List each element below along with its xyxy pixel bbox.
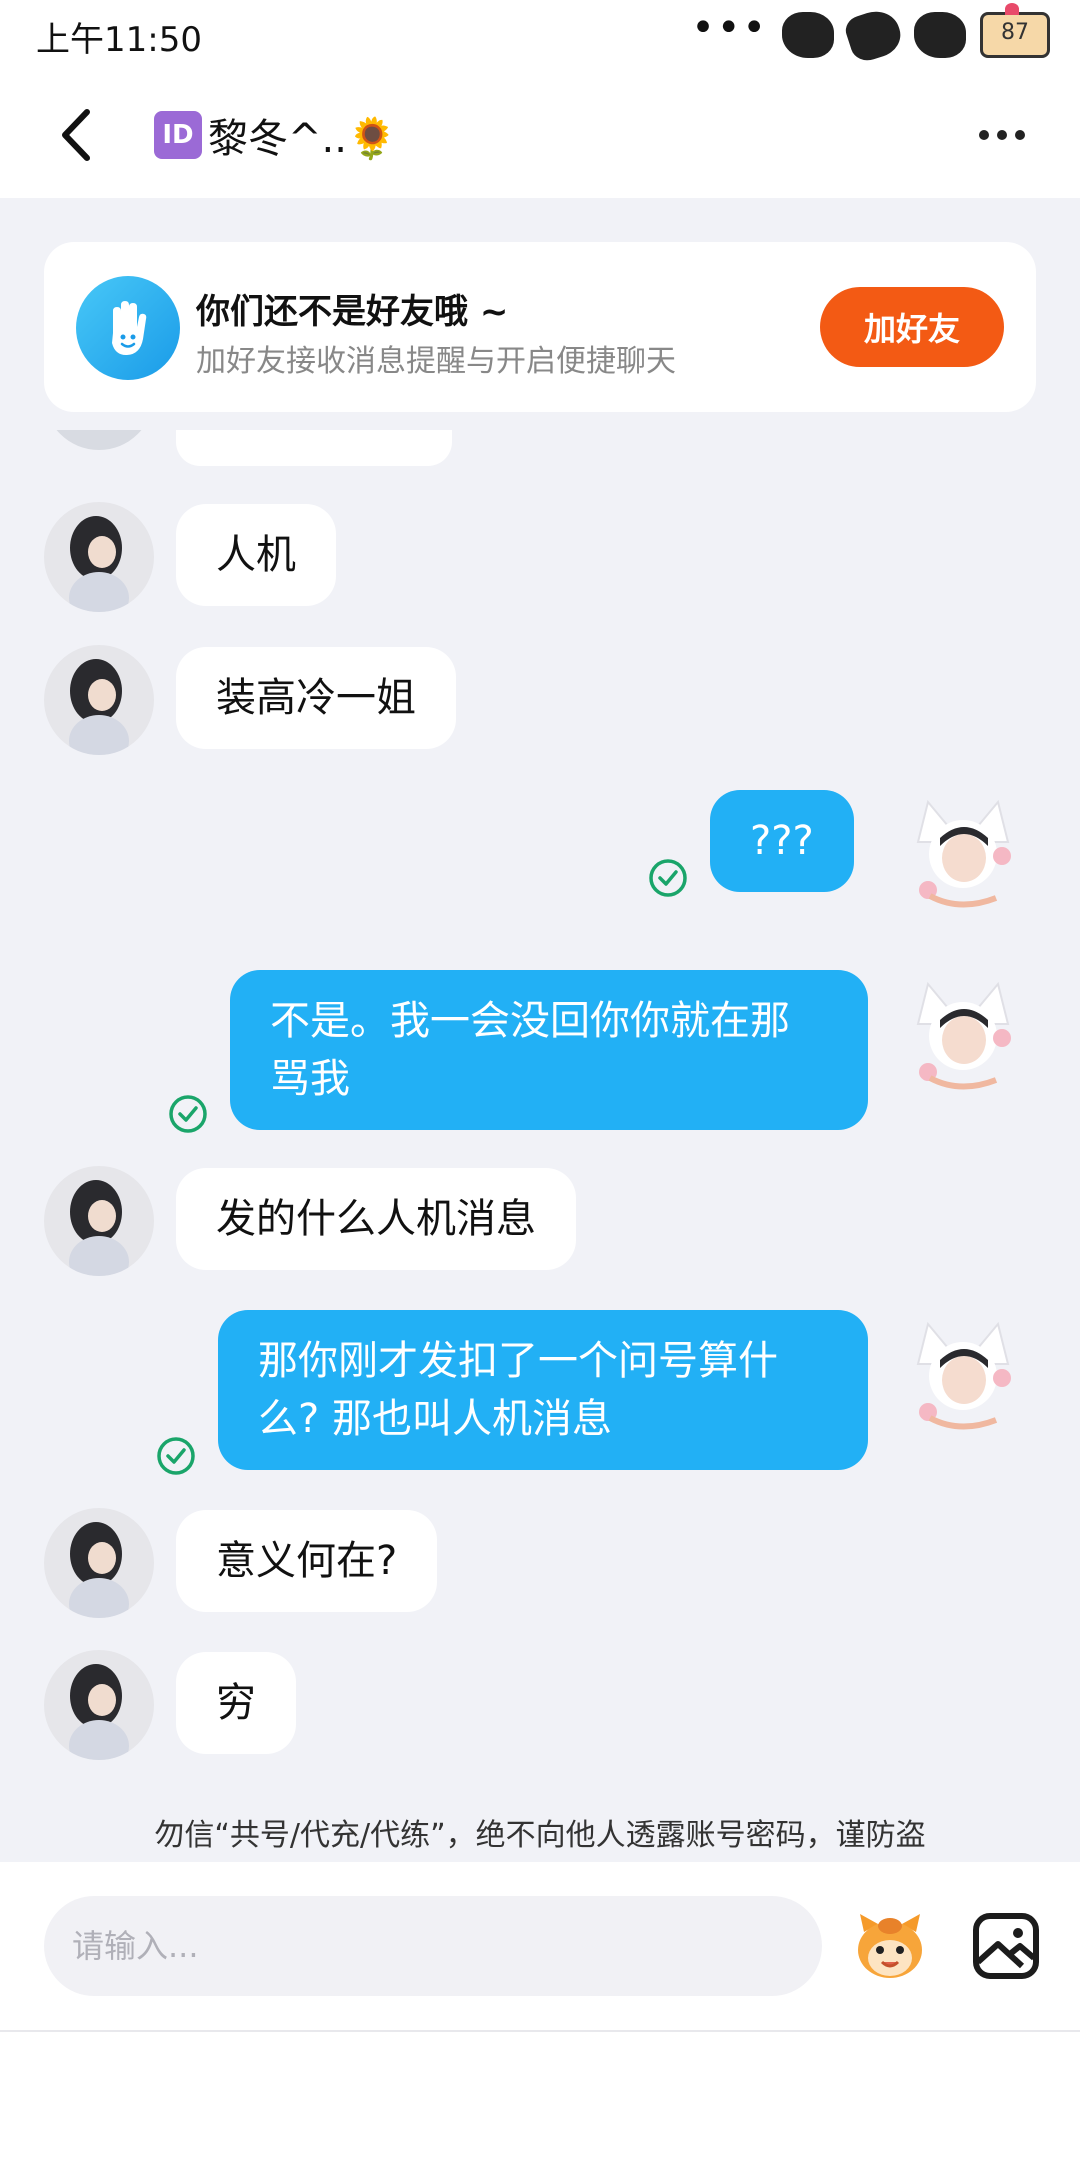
more-icon-dot [1015,130,1025,140]
bottom-panel [0,2032,1080,2160]
image-icon [973,1913,1039,1979]
signal-icon [782,12,834,58]
read-check-icon [649,859,687,897]
emoji-button[interactable] [850,1908,930,1984]
image-button[interactable] [966,1906,1046,1986]
message-bubble[interactable]: 意义何在? [176,1510,438,1612]
avatar-partial [44,430,154,450]
add-friend-banner: 你们还不是好友哦 ~ 加好友接收消息提醒与开启便捷聊天 加好友 [44,242,1036,412]
more-button[interactable] [970,110,1034,160]
hand-icon [76,276,180,380]
status-time: 上午11:50 [36,20,202,60]
input-bar [0,1862,1080,2032]
message-bubble[interactable]: 人机 [176,504,336,606]
my-avatar[interactable] [900,786,1026,912]
message-bubble-outgoing[interactable]: ??? [710,790,854,892]
message-bubble[interactable]: 发的什么人机消息 [176,1168,576,1270]
more-icon-dot [997,130,1007,140]
chat-title[interactable]: ID 黎冬^..🌻 [154,106,397,164]
contact-avatar[interactable] [44,502,154,612]
emoji-icon [858,1914,922,1978]
signal-icon-2 [842,5,906,65]
id-badge: ID [154,111,202,159]
contact-avatar[interactable] [44,645,154,755]
message-input[interactable] [44,1896,822,1996]
message-bubble[interactable]: 穷 [176,1652,296,1754]
more-icon [979,130,989,140]
banner-title: 你们还不是好友哦 ~ [196,292,509,332]
read-check-icon [157,1437,195,1475]
status-bar: 上午11:50 ••• 87 [0,0,1080,70]
contact-avatar[interactable] [44,1166,154,1276]
status-icons: ••• 87 [691,3,1050,65]
battery-icon: 87 [980,3,1050,58]
banner-subtitle: 加好友接收消息提醒与开启便捷聊天 [196,344,676,379]
contact-name: 黎冬^..🌻 [208,116,397,162]
back-arrow-icon [62,109,90,161]
contact-avatar[interactable] [44,1650,154,1760]
my-avatar[interactable] [900,1308,1026,1434]
wifi-icon [914,12,966,58]
message-bubble-outgoing[interactable]: 那你刚才发扣了一个问号算什么? 那也叫人机消息 [218,1310,868,1470]
read-check-icon [169,1095,207,1133]
my-avatar[interactable] [900,968,1026,1094]
add-friend-button[interactable]: 加好友 [820,287,1004,367]
message-bubble-partial [176,430,452,466]
message-bubble[interactable]: 装高冷一姐 [176,647,456,749]
message-bubble-outgoing[interactable]: 不是。我一会没回你你就在那骂我 [230,970,868,1130]
message-list[interactable]: 人机 装高冷一姐 ??? 不是。我一会没回你你就在那骂我 发的什么人机消息 那你… [0,430,1080,1860]
back-button[interactable] [46,100,106,170]
security-warning: 勿信“共号/代充/代练”，绝不向他人透露账号密码，谨防盗 [154,1818,926,1853]
contact-avatar[interactable] [44,1508,154,1618]
notification-dots: ••• [691,5,768,51]
chat-header: ID 黎冬^..🌻 [0,70,1080,198]
